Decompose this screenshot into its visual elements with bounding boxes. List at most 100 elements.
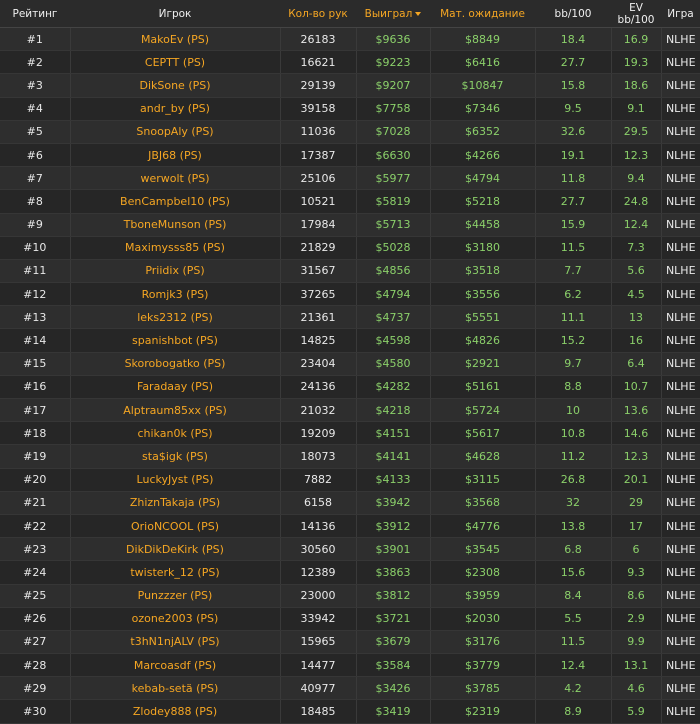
hands-cell: 6158 bbox=[280, 491, 357, 515]
table-row: #22 OrioNCOOL (PS) 14136 $3912 $4776 13.8 17 NL… bbox=[0, 514, 700, 539]
bb100-cell: 11.2 bbox=[535, 444, 612, 469]
game-cell: NLHE bbox=[661, 259, 700, 284]
won-cell: $4580 bbox=[356, 352, 431, 376]
game-cell: NLHE bbox=[661, 699, 700, 724]
evbb100-cell: 29.5 bbox=[611, 120, 662, 144]
won-cell: $3721 bbox=[356, 607, 431, 631]
won-cell: $9207 bbox=[356, 73, 431, 98]
player-link[interactable]: t3hN1njALV (PS) bbox=[70, 630, 281, 655]
hands-cell: 17984 bbox=[280, 213, 357, 237]
hands-cell: 24136 bbox=[280, 375, 357, 400]
rank-cell: #27 bbox=[0, 630, 71, 655]
table-row: #19 sta$igk (PS) 18073 $4141 $4628 11.2 12.3 NL… bbox=[0, 444, 700, 469]
evbb100-cell: 9.4 bbox=[611, 166, 662, 191]
table-row: #20 LuckyJyst (PS) 7882 $4133 $3115 26.8 20.1 N… bbox=[0, 468, 700, 492]
bb100-cell: 32.6 bbox=[535, 120, 612, 144]
bb100-cell: 15.6 bbox=[535, 560, 612, 585]
player-link[interactable]: Priidix (PS) bbox=[70, 259, 281, 284]
player-link[interactable]: Zlodey888 (PS) bbox=[70, 699, 281, 724]
player-link[interactable]: Marcoasdf (PS) bbox=[70, 653, 281, 678]
column-won[interactable]: Выиграл bbox=[356, 0, 430, 28]
evbb100-cell: 6 bbox=[611, 537, 662, 562]
table-row: #18 chikan0k (PS) 19209 $4151 $5617 10.8 14.6 N… bbox=[0, 421, 700, 446]
rank-cell: #22 bbox=[0, 514, 71, 539]
table-row: #16 Faradaay (PS) 24136 $4282 $5161 8.8 10.7 NL… bbox=[0, 375, 700, 400]
game-cell: NLHE bbox=[661, 213, 700, 237]
evbb100-cell: 12.3 bbox=[611, 444, 662, 469]
evbb100-cell: 17 bbox=[611, 514, 662, 539]
bb100-cell: 10.8 bbox=[535, 421, 612, 446]
player-link[interactable]: JBJ68 (PS) bbox=[70, 143, 281, 168]
ev-cell: $8849 bbox=[430, 27, 536, 52]
game-cell: NLHE bbox=[661, 560, 700, 585]
ev-cell: $3518 bbox=[430, 259, 536, 284]
player-link[interactable]: Skorobogatko (PS) bbox=[70, 352, 281, 376]
player-link[interactable]: MakoEv (PS) bbox=[70, 27, 281, 52]
rank-cell: #24 bbox=[0, 560, 71, 585]
evbb100-cell: 4.5 bbox=[611, 282, 662, 307]
hands-cell: 31567 bbox=[280, 259, 357, 284]
player-link[interactable]: leks2312 (PS) bbox=[70, 305, 281, 330]
bb100-cell: 15.2 bbox=[535, 328, 612, 353]
rank-cell: #11 bbox=[0, 259, 71, 284]
table-body: #1 MakoEv (PS) 26183 $9636 $8849 18.4 16.9 NLHE… bbox=[0, 27, 700, 724]
rank-cell: #8 bbox=[0, 189, 71, 214]
player-link[interactable]: Faradaay (PS) bbox=[70, 375, 281, 400]
player-link[interactable]: twisterk_12 (PS) bbox=[70, 560, 281, 585]
player-link[interactable]: werwolt (PS) bbox=[70, 166, 281, 191]
player-link[interactable]: chikan0k (PS) bbox=[70, 421, 281, 446]
column-player: Игрок bbox=[70, 0, 280, 28]
rank-cell: #9 bbox=[0, 213, 71, 237]
player-link[interactable]: LuckyJyst (PS) bbox=[70, 468, 281, 492]
won-cell: $3426 bbox=[356, 676, 431, 701]
hands-cell: 14136 bbox=[280, 514, 357, 539]
won-cell: $4598 bbox=[356, 328, 431, 353]
won-cell: $3901 bbox=[356, 537, 431, 562]
hands-cell: 39158 bbox=[280, 97, 357, 121]
bb100-cell: 15.9 bbox=[535, 213, 612, 237]
table-row: #25 Punzzzer (PS) 23000 $3812 $3959 8.4 8.6 NLH… bbox=[0, 584, 700, 608]
player-link[interactable]: Maximysss85 (PS) bbox=[70, 236, 281, 260]
bb100-cell: 8.8 bbox=[535, 375, 612, 400]
column-ev[interactable]: Мат. ожидание bbox=[430, 0, 535, 28]
hands-cell: 30560 bbox=[280, 537, 357, 562]
hands-cell: 37265 bbox=[280, 282, 357, 307]
won-cell: $7758 bbox=[356, 97, 431, 121]
table-row: #14 spanishbot (PS) 14825 $4598 $4826 15.2 16 N… bbox=[0, 328, 700, 353]
player-link[interactable]: spanishbot (PS) bbox=[70, 328, 281, 353]
player-link[interactable]: Alptraum85xx (PS) bbox=[70, 398, 281, 423]
game-cell: NLHE bbox=[661, 120, 700, 144]
player-link[interactable]: OrioNCOOL (PS) bbox=[70, 514, 281, 539]
bb100-cell: 27.7 bbox=[535, 50, 612, 75]
table-row: #27 t3hN1njALV (PS) 15965 $3679 $3176 11.5 9.9… bbox=[0, 630, 700, 655]
game-cell: NLHE bbox=[661, 676, 700, 701]
player-link[interactable]: Punzzzer (PS) bbox=[70, 584, 281, 608]
player-link[interactable]: sta$igk (PS) bbox=[70, 444, 281, 469]
column-hands[interactable]: Кол-во рук bbox=[280, 0, 356, 28]
evbb100-cell: 19.3 bbox=[611, 50, 662, 75]
player-link[interactable]: Romjk3 (PS) bbox=[70, 282, 281, 307]
hands-cell: 15965 bbox=[280, 630, 357, 655]
bb100-cell: 11.1 bbox=[535, 305, 612, 330]
player-link[interactable]: DikSone (PS) bbox=[70, 73, 281, 98]
player-link[interactable]: CEPTT (PS) bbox=[70, 50, 281, 75]
player-link[interactable]: andr_by (PS) bbox=[70, 97, 281, 121]
player-link[interactable]: DikDikDeKirk (PS) bbox=[70, 537, 281, 562]
hands-cell: 10521 bbox=[280, 189, 357, 214]
column-won-label: Выиграл bbox=[364, 7, 413, 20]
ev-cell: $3959 bbox=[430, 584, 536, 608]
player-link[interactable]: BenCampbel10 (PS) bbox=[70, 189, 281, 214]
bb100-cell: 9.7 bbox=[535, 352, 612, 376]
player-link[interactable]: SnoopAly (PS) bbox=[70, 120, 281, 144]
player-link[interactable]: TboneMunson (PS) bbox=[70, 213, 281, 237]
hands-cell: 18485 bbox=[280, 699, 357, 724]
player-link[interactable]: ZhiznTakaja (PS) bbox=[70, 491, 281, 515]
table-row: #7 werwolt (PS) 25106 $5977 $4794 11.8 9.4 NLHE bbox=[0, 166, 700, 191]
table-row: #29 kebab-setä (PS) 40977 $3426 $3785 4.2 4.6 N… bbox=[0, 676, 700, 701]
hands-cell: 40977 bbox=[280, 676, 357, 701]
bb100-cell: 32 bbox=[535, 491, 612, 515]
ev-cell: $4458 bbox=[430, 213, 536, 237]
player-link[interactable]: ozone2003 (PS) bbox=[70, 607, 281, 631]
player-link[interactable]: kebab-setä (PS) bbox=[70, 676, 281, 701]
table-row: #6 JBJ68 (PS) 17387 $6630 $4266 19.1 12.3 NLHE bbox=[0, 143, 700, 168]
